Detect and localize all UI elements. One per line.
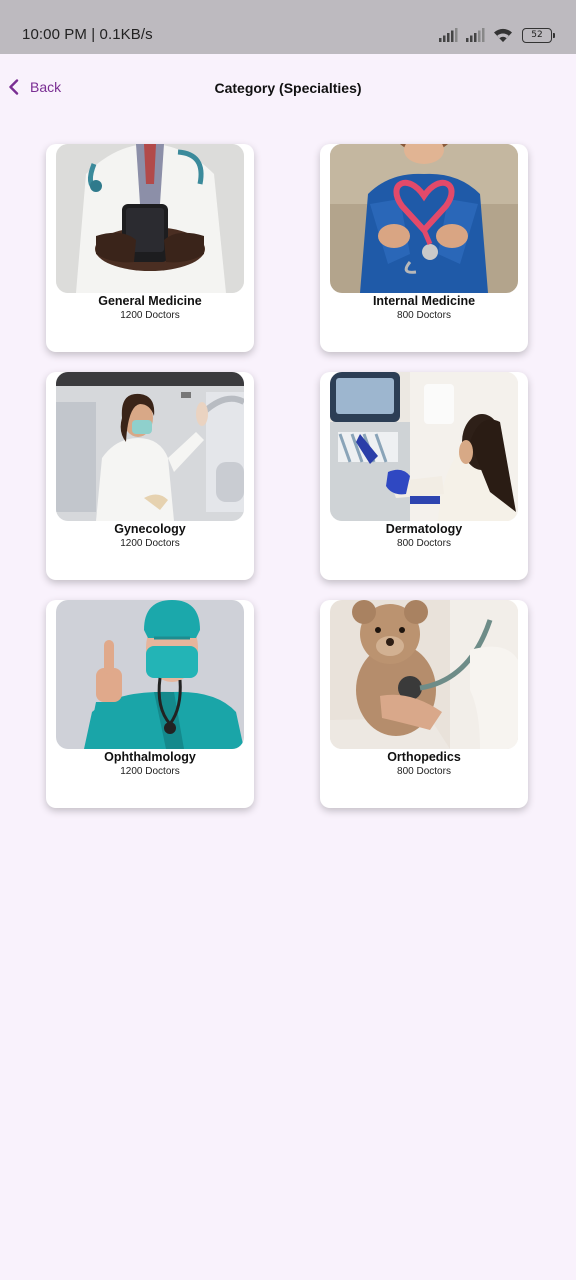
stethoscope-heart-photo [330, 144, 518, 293]
category-name: Ophthalmology [104, 750, 196, 764]
signal-icon [466, 28, 485, 42]
doctor-holding-phone-photo [56, 144, 244, 293]
category-card-general-medicine[interactable]: General Medicine 1200 Doctors [46, 144, 254, 352]
doctor-count: 800 Doctors [397, 310, 451, 321]
teddy-bear-stethoscope-photo [330, 600, 518, 749]
wifi-icon [494, 28, 512, 42]
doctor-count: 1200 Doctors [120, 766, 180, 777]
category-card-internal-medicine[interactable]: Internal Medicine 800 Doctors [320, 144, 528, 352]
status-bar: 10:00 PM | 0.1KB/s 52 [0, 0, 576, 54]
doctor-with-mask-in-lab-photo [56, 372, 244, 521]
surgeon-thumbs-up-photo [56, 600, 244, 749]
battery-level: 52 [531, 29, 543, 40]
status-icons: 52 [439, 25, 555, 45]
category-card-orthopedics[interactable]: Orthopedics 800 Doctors [320, 600, 528, 808]
doctor-count: 800 Doctors [397, 538, 451, 549]
category-card-dermatology[interactable]: Dermatology 800 Doctors [320, 372, 528, 580]
category-name: Dermatology [385, 522, 463, 536]
category-card-ophthalmology[interactable]: Ophthalmology 1200 Doctors [46, 600, 254, 808]
category-name: Orthopedics [387, 750, 461, 764]
app-bar: Back Category (Specialties) [0, 54, 576, 120]
doctor-count: 1200 Doctors [120, 538, 180, 549]
doctor-count: 800 Doctors [397, 766, 451, 777]
category-name: Internal Medicine [372, 294, 476, 308]
status-time: 10:00 PM | 0.1KB/s [22, 26, 153, 43]
signal-icon [439, 28, 458, 42]
category-name: Gynecology [114, 522, 186, 536]
category-card-gynecology[interactable]: Gynecology 1200 Doctors [46, 372, 254, 580]
battery-icon: 52 [522, 27, 555, 43]
page-title: Category (Specialties) [214, 80, 362, 96]
category-name: General Medicine [98, 294, 202, 308]
doctor-count: 1200 Doctors [120, 310, 180, 321]
lab-technician-gloves-photo [330, 372, 518, 521]
category-grid: General Medicine 1200 Doctors Internal M… [46, 144, 530, 808]
